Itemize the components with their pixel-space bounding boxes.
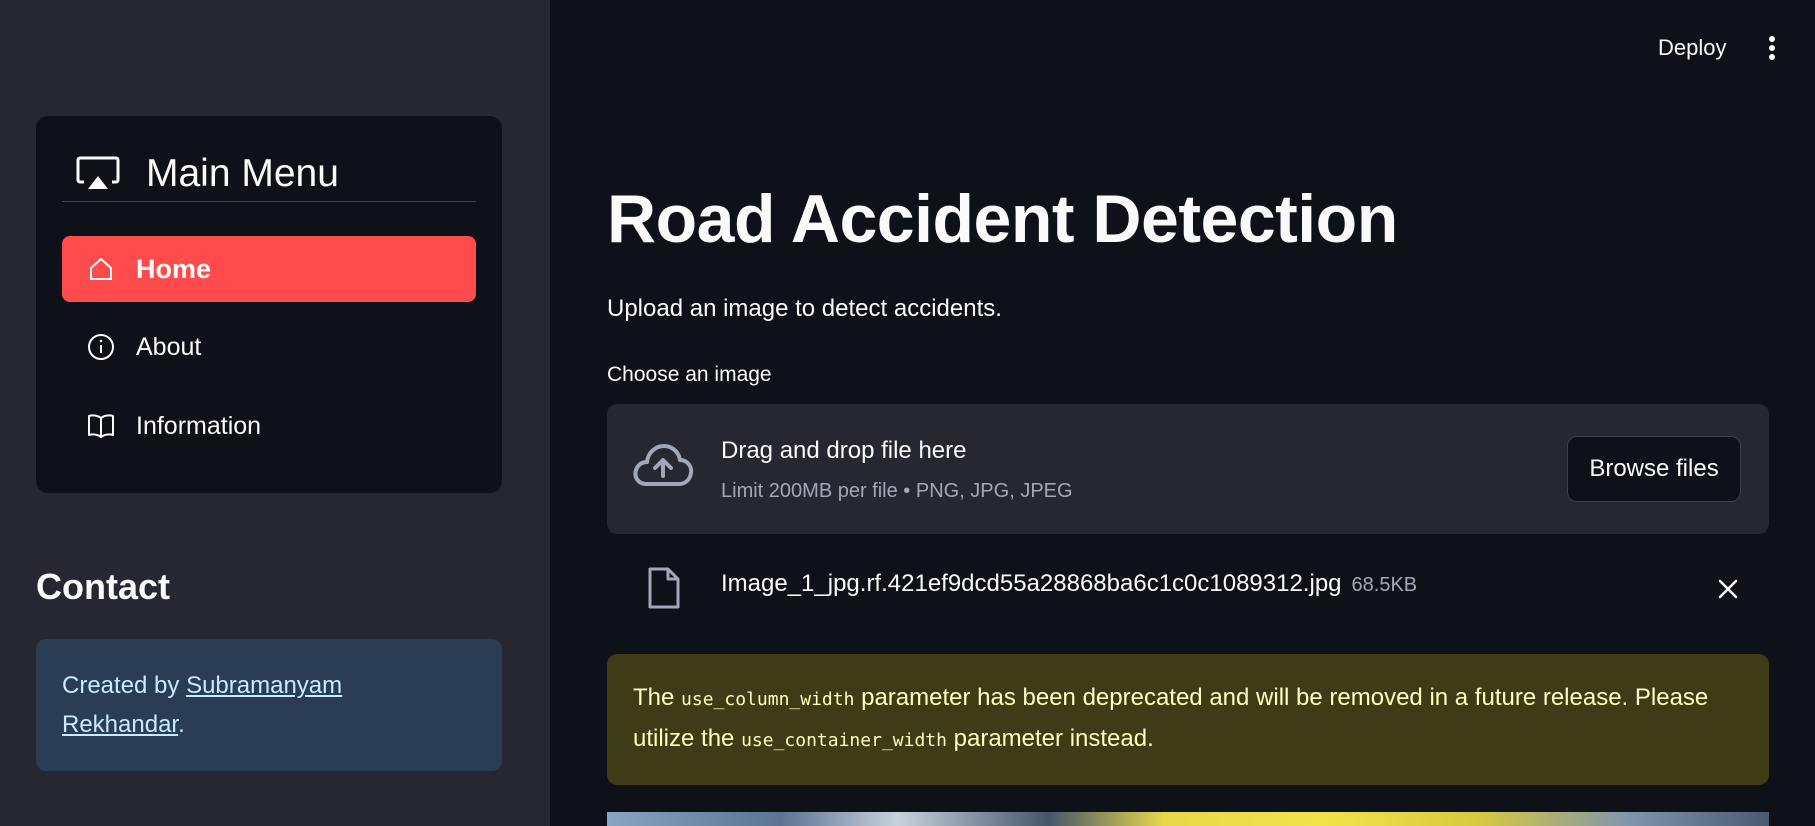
deploy-button[interactable]: Deploy bbox=[1640, 30, 1744, 66]
page-subtitle: Upload an image to detect accidents. bbox=[607, 295, 1002, 322]
contact-prefix: Created by bbox=[62, 672, 187, 699]
more-options-icon[interactable] bbox=[1760, 30, 1784, 66]
contact-suffix: . bbox=[178, 711, 185, 738]
menu-item-label: Home bbox=[136, 253, 212, 284]
uploader-label: Choose an image bbox=[607, 363, 772, 386]
code-use-container-width: use_container_width bbox=[741, 730, 947, 751]
sidebar: Main Menu Home About Information Contact… bbox=[0, 0, 550, 826]
contact-info-box: Created by Subramanyam Rekhandar. bbox=[36, 639, 502, 771]
uploaded-file-row: Image_1_jpg.rf.421ef9dcd55a28868ba6c1c0c… bbox=[607, 556, 1769, 620]
file-icon bbox=[647, 566, 681, 610]
menu-item-about[interactable]: About bbox=[62, 314, 476, 380]
file-size: 68.5KB bbox=[1351, 574, 1418, 596]
book-icon bbox=[86, 411, 116, 441]
uploaded-image-preview bbox=[607, 812, 1769, 826]
menu-title: Main Menu bbox=[146, 151, 339, 195]
contact-heading: Contact bbox=[36, 566, 170, 607]
airplay-icon bbox=[76, 154, 120, 194]
menu-item-information[interactable]: Information bbox=[62, 393, 476, 459]
page-title: Road Accident Detection bbox=[607, 181, 1398, 257]
house-icon bbox=[86, 254, 116, 284]
dropzone-hint: Limit 200MB per file • PNG, JPG, JPEG bbox=[721, 480, 1073, 502]
code-use-column-width: use_column_width bbox=[681, 689, 855, 710]
dropzone-title: Drag and drop file here bbox=[721, 437, 967, 464]
cloud-upload-icon bbox=[631, 440, 695, 496]
main-menu: Main Menu Home About Information bbox=[36, 116, 502, 493]
menu-item-label: About bbox=[136, 332, 202, 361]
file-dropzone[interactable]: Drag and drop file here Limit 200MB per … bbox=[607, 404, 1769, 534]
deprecation-warning: The use_column_width parameter has been … bbox=[607, 654, 1769, 785]
info-circle-icon bbox=[86, 332, 116, 362]
browse-files-button[interactable]: Browse files bbox=[1567, 436, 1741, 502]
menu-item-label: Information bbox=[136, 411, 262, 440]
remove-file-icon[interactable] bbox=[1713, 574, 1743, 604]
menu-item-home[interactable]: Home bbox=[62, 236, 476, 302]
menu-header: Main Menu bbox=[62, 146, 476, 202]
file-name: Image_1_jpg.rf.421ef9dcd55a28868ba6c1c0c… bbox=[721, 570, 1418, 597]
